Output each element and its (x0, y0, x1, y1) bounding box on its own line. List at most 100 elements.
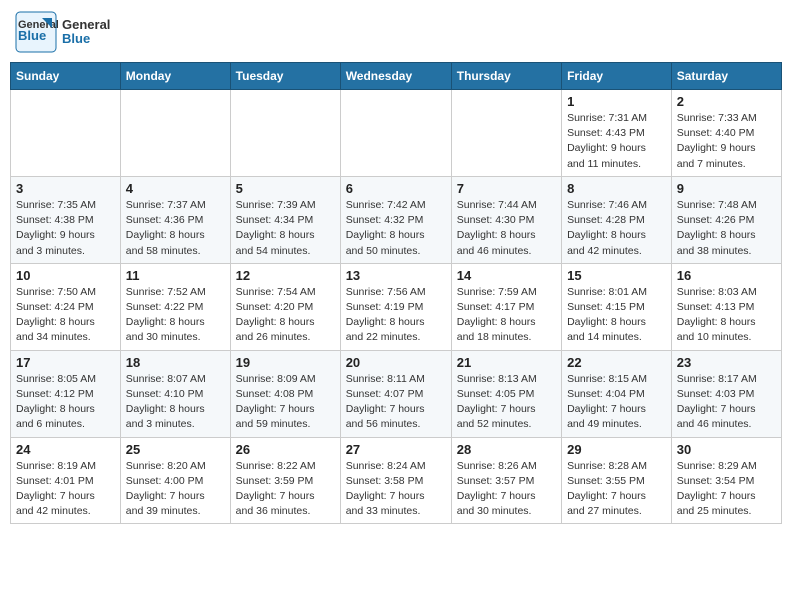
day-number-13: 13 (346, 268, 446, 283)
calendar-week-1: 1Sunrise: 7:31 AM Sunset: 4:43 PM Daylig… (11, 90, 782, 177)
day-number-6: 6 (346, 181, 446, 196)
day-cell-3: 3 Sunrise: 7:35 AM Sunset: 4:38 PM Daylig… (11, 176, 121, 263)
day-cell-8: 8 Sunrise: 7:46 AM Sunset: 4:28 PM Daylig… (562, 176, 672, 263)
day-number-17: 17 (16, 355, 115, 370)
day-number-5: 5 (236, 181, 335, 196)
col-header-saturday: Saturday (671, 63, 781, 90)
day-cell-16: 16 Sunrise: 8:03 AM Sunset: 4:13 PM Dayli… (671, 263, 781, 350)
day-cell-15: 15Sunrise: 8:01 AM Sunset: 4:15 PM Dayli… (562, 263, 672, 350)
day-detail-9: Sunrise: 7:48 AM Sunset: 4:26 PM Dayligh… (677, 198, 776, 259)
day-number-22: 22 (567, 355, 666, 370)
day-cell-22: 22Sunrise: 8:15 AM Sunset: 4:04 PM Dayli… (562, 350, 672, 437)
day-cell-25: 25 Sunrise: 8:20 AM Sunset: 4:00 PM Dayli… (120, 437, 230, 524)
day-number-28: 28 (457, 442, 556, 457)
day-detail-11: Sunrise: 7:52 AM Sunset: 4:22 PM Dayligh… (126, 285, 225, 346)
day-cell-29: 29 Sunrise: 8:28 AM Sunset: 3:55 PM Dayli… (562, 437, 672, 524)
col-header-monday: Monday (120, 63, 230, 90)
day-detail-12: Sunrise: 7:54 AM Sunset: 4:20 PM Dayligh… (236, 285, 335, 346)
day-detail-7: Sunrise: 7:44 AM Sunset: 4:30 PM Dayligh… (457, 198, 556, 259)
day-detail-6: Sunrise: 7:42 AM Sunset: 4:32 PM Dayligh… (346, 198, 446, 259)
day-detail-4: Sunrise: 7:37 AM Sunset: 4:36 PM Dayligh… (126, 198, 225, 259)
day-detail-18: Sunrise: 8:07 AM Sunset: 4:10 PM Dayligh… (126, 372, 225, 433)
day-number-7: 7 (457, 181, 556, 196)
day-detail-20: Sunrise: 8:11 AM Sunset: 4:07 PM Dayligh… (346, 372, 446, 433)
day-detail-25: Sunrise: 8:20 AM Sunset: 4:00 PM Dayligh… (126, 459, 225, 520)
logo-blue: Blue (62, 32, 110, 46)
day-detail-5: Sunrise: 7:39 AM Sunset: 4:34 PM Dayligh… (236, 198, 335, 259)
day-detail-2: Sunrise: 7:33 AM Sunset: 4:40 PM Dayligh… (677, 111, 776, 172)
day-number-30: 30 (677, 442, 776, 457)
day-number-23: 23 (677, 355, 776, 370)
day-detail-13: Sunrise: 7:56 AM Sunset: 4:19 PM Dayligh… (346, 285, 446, 346)
day-cell-17: 17 Sunrise: 8:05 AM Sunset: 4:12 PM Dayli… (11, 350, 121, 437)
col-header-thursday: Thursday (451, 63, 561, 90)
day-number-24: 24 (16, 442, 115, 457)
day-number-21: 21 (457, 355, 556, 370)
day-detail-29: Sunrise: 8:28 AM Sunset: 3:55 PM Dayligh… (567, 459, 666, 520)
day-detail-8: Sunrise: 7:46 AM Sunset: 4:28 PM Dayligh… (567, 198, 666, 259)
day-cell-10: 10Sunrise: 7:50 AM Sunset: 4:24 PM Dayli… (11, 263, 121, 350)
logo: General Blue General Blue (14, 10, 110, 54)
day-number-11: 11 (126, 268, 225, 283)
day-number-8: 8 (567, 181, 666, 196)
day-cell-23: 23 Sunrise: 8:17 AM Sunset: 4:03 PM Dayli… (671, 350, 781, 437)
day-detail-17: Sunrise: 8:05 AM Sunset: 4:12 PM Dayligh… (16, 372, 115, 433)
day-cell-21: 21 Sunrise: 8:13 AM Sunset: 4:05 PM Dayli… (451, 350, 561, 437)
day-cell-19: 19 Sunrise: 8:09 AM Sunset: 4:08 PM Dayli… (230, 350, 340, 437)
day-cell-9: 9 Sunrise: 7:48 AM Sunset: 4:26 PM Daylig… (671, 176, 781, 263)
day-cell-26: 26Sunrise: 8:22 AM Sunset: 3:59 PM Dayli… (230, 437, 340, 524)
day-detail-16: Sunrise: 8:03 AM Sunset: 4:13 PM Dayligh… (677, 285, 776, 346)
day-cell-13: 13 Sunrise: 7:56 AM Sunset: 4:19 PM Dayli… (340, 263, 451, 350)
day-number-4: 4 (126, 181, 225, 196)
day-detail-30: Sunrise: 8:29 AM Sunset: 3:54 PM Dayligh… (677, 459, 776, 520)
day-cell-4: 4 Sunrise: 7:37 AM Sunset: 4:36 PM Daylig… (120, 176, 230, 263)
day-detail-24: Sunrise: 8:19 AM Sunset: 4:01 PM Dayligh… (16, 459, 115, 520)
day-detail-3: Sunrise: 7:35 AM Sunset: 4:38 PM Dayligh… (16, 198, 115, 259)
empty-cell (340, 90, 451, 177)
header: General Blue General Blue (10, 10, 782, 54)
day-detail-10: Sunrise: 7:50 AM Sunset: 4:24 PM Dayligh… (16, 285, 115, 346)
day-detail-14: Sunrise: 7:59 AM Sunset: 4:17 PM Dayligh… (457, 285, 556, 346)
col-header-tuesday: Tuesday (230, 63, 340, 90)
day-detail-27: Sunrise: 8:24 AM Sunset: 3:58 PM Dayligh… (346, 459, 446, 520)
calendar: SundayMondayTuesdayWednesdayThursdayFrid… (10, 62, 782, 524)
day-cell-6: 6 Sunrise: 7:42 AM Sunset: 4:32 PM Daylig… (340, 176, 451, 263)
day-number-25: 25 (126, 442, 225, 457)
col-header-wednesday: Wednesday (340, 63, 451, 90)
day-number-26: 26 (236, 442, 335, 457)
day-number-9: 9 (677, 181, 776, 196)
day-cell-14: 14 Sunrise: 7:59 AM Sunset: 4:17 PM Dayli… (451, 263, 561, 350)
day-number-19: 19 (236, 355, 335, 370)
col-header-sunday: Sunday (11, 63, 121, 90)
day-cell-30: 30 Sunrise: 8:29 AM Sunset: 3:54 PM Dayli… (671, 437, 781, 524)
day-number-3: 3 (16, 181, 115, 196)
calendar-week-4: 17 Sunrise: 8:05 AM Sunset: 4:12 PM Dayli… (11, 350, 782, 437)
day-cell-12: 12 Sunrise: 7:54 AM Sunset: 4:20 PM Dayli… (230, 263, 340, 350)
day-cell-28: 28Sunrise: 8:26 AM Sunset: 3:57 PM Dayli… (451, 437, 561, 524)
day-number-14: 14 (457, 268, 556, 283)
calendar-week-3: 10Sunrise: 7:50 AM Sunset: 4:24 PM Dayli… (11, 263, 782, 350)
day-number-29: 29 (567, 442, 666, 457)
day-cell-1: 1Sunrise: 7:31 AM Sunset: 4:43 PM Daylig… (562, 90, 672, 177)
empty-cell (230, 90, 340, 177)
day-cell-11: 11 Sunrise: 7:52 AM Sunset: 4:22 PM Dayli… (120, 263, 230, 350)
day-number-20: 20 (346, 355, 446, 370)
day-cell-24: 24 Sunrise: 8:19 AM Sunset: 4:01 PM Dayli… (11, 437, 121, 524)
day-number-16: 16 (677, 268, 776, 283)
col-header-friday: Friday (562, 63, 672, 90)
day-cell-18: 18 Sunrise: 8:07 AM Sunset: 4:10 PM Dayli… (120, 350, 230, 437)
day-cell-27: 27Sunrise: 8:24 AM Sunset: 3:58 PM Dayli… (340, 437, 451, 524)
day-number-12: 12 (236, 268, 335, 283)
svg-text:Blue: Blue (18, 28, 46, 43)
day-number-1: 1 (567, 94, 666, 109)
empty-cell (120, 90, 230, 177)
calendar-header-row: SundayMondayTuesdayWednesdayThursdayFrid… (11, 63, 782, 90)
day-number-18: 18 (126, 355, 225, 370)
logo-icon: General Blue (14, 10, 58, 54)
day-detail-19: Sunrise: 8:09 AM Sunset: 4:08 PM Dayligh… (236, 372, 335, 433)
day-detail-21: Sunrise: 8:13 AM Sunset: 4:05 PM Dayligh… (457, 372, 556, 433)
day-cell-20: 20 Sunrise: 8:11 AM Sunset: 4:07 PM Dayli… (340, 350, 451, 437)
empty-cell (451, 90, 561, 177)
day-number-15: 15 (567, 268, 666, 283)
day-detail-23: Sunrise: 8:17 AM Sunset: 4:03 PM Dayligh… (677, 372, 776, 433)
